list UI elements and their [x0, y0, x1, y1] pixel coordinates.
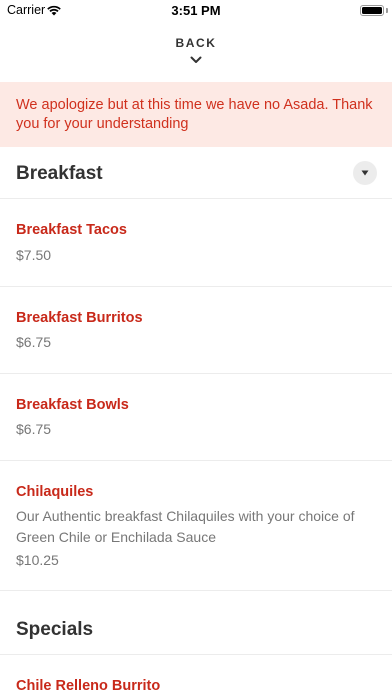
item-price: $10.25 [16, 552, 59, 568]
back-label: BACK [175, 36, 217, 50]
menu-item[interactable]: Breakfast Bowls $6.75 [0, 374, 392, 461]
item-name: Chile Relleno Burrito [16, 678, 161, 694]
section-toggle-button[interactable] [353, 161, 377, 185]
item-price: $7.50 [16, 247, 52, 263]
section-header-specials: Specials [0, 603, 392, 655]
section-title: Breakfast [16, 163, 103, 184]
battery-icon [360, 5, 384, 16]
item-description: Our Authentic breakfast Chilaquiles with… [16, 508, 355, 545]
item-name: Breakfast Bowls [16, 397, 129, 413]
item-name: Chilaquiles [16, 484, 94, 500]
section-header-breakfast: Breakfast [0, 147, 392, 199]
menu-item[interactable]: Breakfast Burritos $6.75 [0, 287, 392, 374]
caret-down-icon [361, 170, 369, 176]
chevron-down-icon [190, 56, 202, 63]
item-name: Breakfast Tacos [16, 222, 127, 238]
notice-text: We apologize but at this time we have no… [16, 97, 373, 132]
item-price: $6.75 [16, 421, 52, 437]
menu-item[interactable]: Breakfast Tacos $7.50 [0, 199, 392, 287]
section-title: Specials [16, 619, 94, 640]
menu-item[interactable]: Chilaquiles Our Authentic breakfast Chil… [0, 461, 392, 591]
item-price: $6.75 [16, 334, 52, 350]
item-name: Breakfast Burritos [16, 310, 143, 326]
back-button[interactable]: BACK [0, 36, 392, 64]
menu-item[interactable]: Chile Relleno Burrito [0, 655, 392, 696]
clock: 3:51 PM [171, 3, 221, 18]
notice-banner: We apologize but at this time we have no… [0, 82, 392, 147]
battery-cap [386, 8, 388, 13]
status-bar: Carrier 3:51 PM [0, 0, 392, 22]
